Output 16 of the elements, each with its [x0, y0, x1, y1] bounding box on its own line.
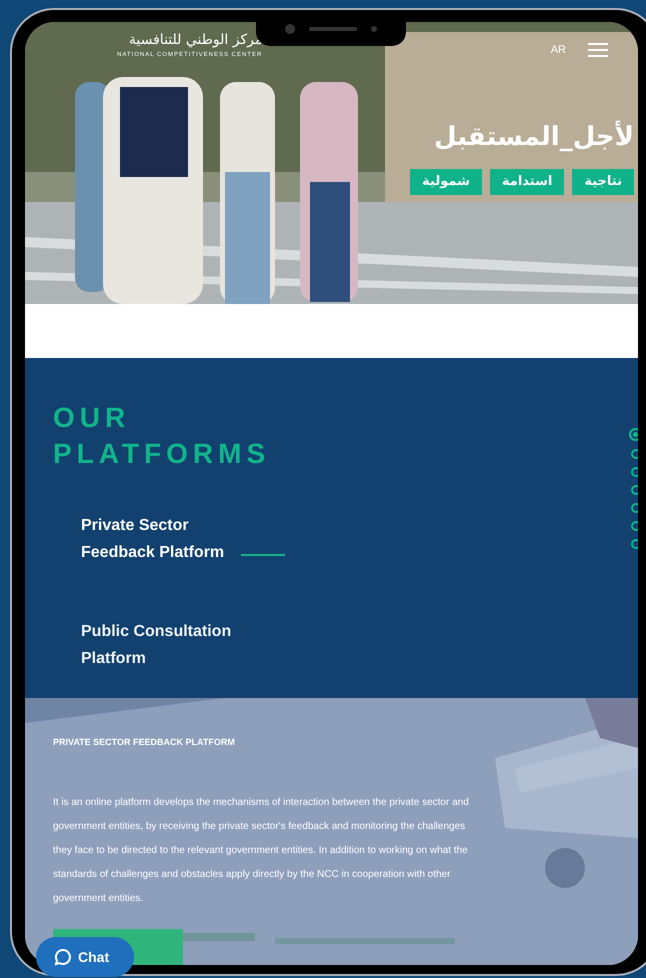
sensor-icon [371, 26, 377, 32]
platform-link[interactable]: Private Sector Feedback Platform [81, 512, 285, 566]
value-tag: نتاجية [572, 169, 634, 194]
detail-paragraph: It is an online platform develops the mechanisms of interaction between the private sector and government entities, by receiving the private sector's feedback and monitoring the challenges they face to be directed to the relevant government entities. In addition to working on what the standards of challenges and obstacles apply directly by the NCC in cooperation with other government entities. [53, 796, 470, 906]
platform-link[interactable]: Public Consultation Platform [81, 618, 253, 672]
chat-bubble-icon [54, 948, 72, 966]
logo-arabic-text: مركز الوطني للتنافسية [128, 31, 262, 50]
chat-button[interactable]: Chat [36, 937, 134, 977]
menu-icon[interactable] [588, 43, 608, 58]
platforms-heading: OUR PLATFORMS [53, 401, 272, 471]
speaker-icon [309, 27, 357, 31]
hashtag-heading: لأجل_المستقبل [434, 120, 634, 154]
camera-icon [285, 24, 295, 34]
value-tag: شمولية [410, 169, 482, 194]
detail-title: PRIVATE SECTOR FEEDBACK PLATFORM [53, 736, 236, 749]
value-tag: استدامة [490, 169, 564, 194]
